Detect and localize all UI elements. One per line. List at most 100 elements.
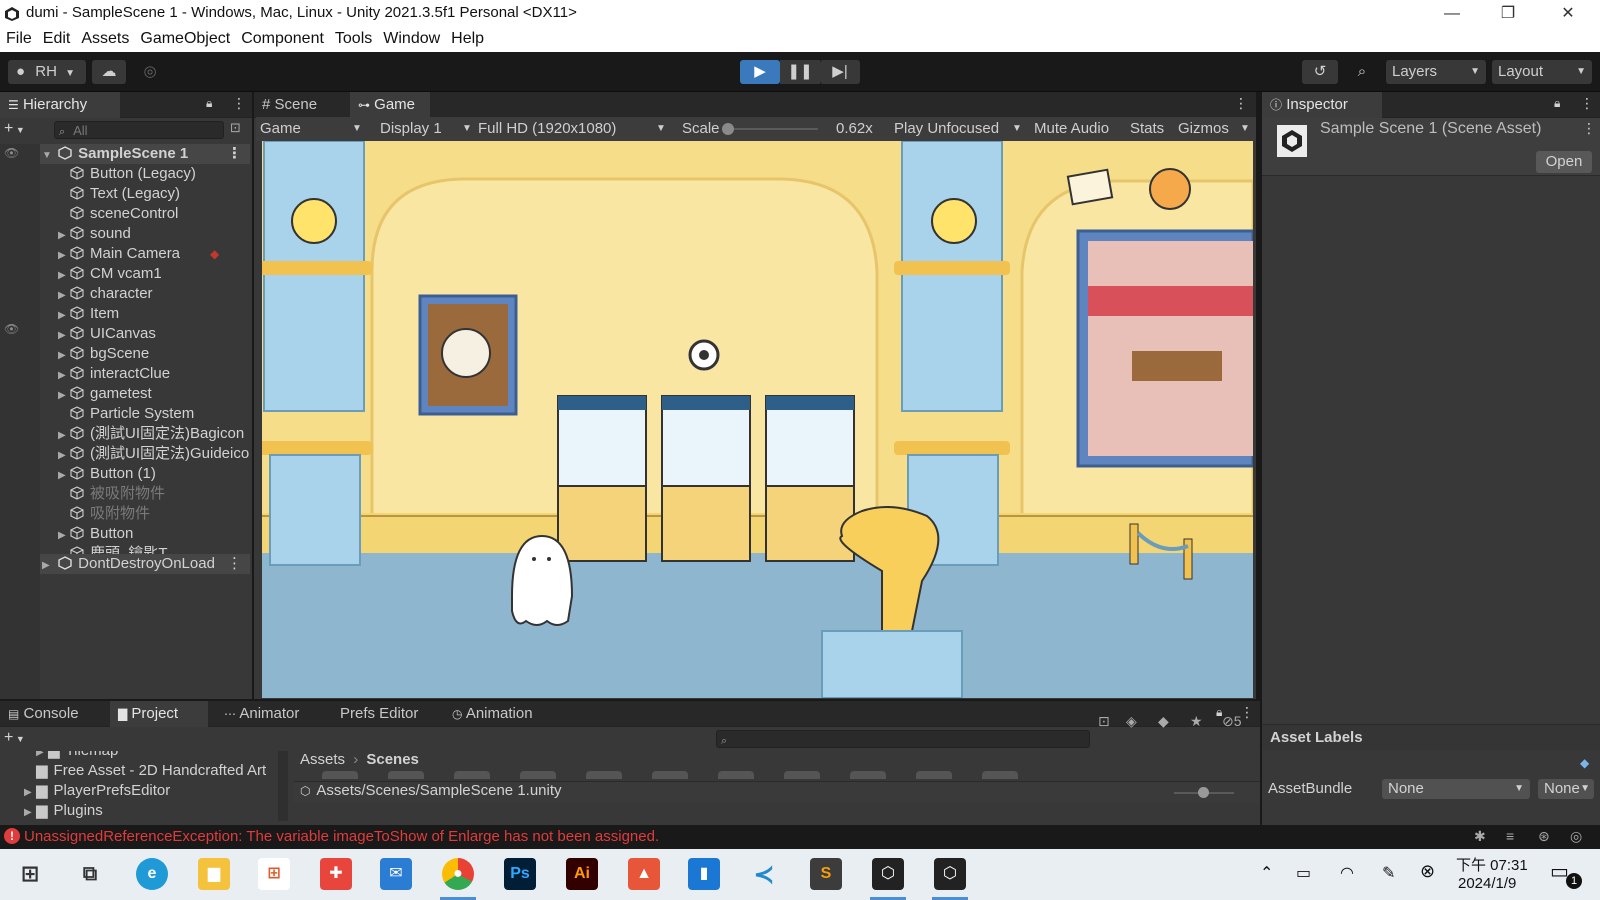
asset-thumb[interactable]: [520, 771, 556, 779]
task-view-icon[interactable]: ⧉: [74, 858, 106, 890]
add-object-button[interactable]: + ▼: [4, 120, 40, 140]
mute-audio-toggle[interactable]: Mute Audio: [1034, 117, 1109, 141]
expand-arrow-icon[interactable]: ▶: [58, 246, 70, 264]
asset-thumb[interactable]: [586, 771, 622, 779]
history-button[interactable]: ↺: [1302, 60, 1338, 84]
asset-thumb[interactable]: [784, 771, 820, 779]
hidden-packages-toggle[interactable]: ⊘5: [1222, 713, 1242, 730]
expand-arrow-icon[interactable]: ▶: [58, 286, 70, 304]
more-icon[interactable]: ⋮: [232, 95, 246, 112]
cloud-button[interactable]: ☁: [92, 60, 126, 84]
hierarchy-item[interactable]: ▶ (測試UI固定法)Bagicon: [58, 424, 250, 444]
file-explorer-icon[interactable]: ▆: [198, 858, 230, 890]
lock-icon[interactable]: 🔒︎: [1554, 96, 1560, 111]
eye-icon[interactable]: 👁︎: [4, 146, 19, 160]
cache-icon[interactable]: ≡: [1506, 828, 1514, 844]
menu-file[interactable]: File: [0, 28, 32, 48]
expand-arrow-icon[interactable]: ▶: [58, 426, 70, 444]
menu-window[interactable]: Window: [377, 28, 440, 48]
hierarchy-item[interactable]: ▶ Button: [58, 524, 250, 544]
step-button[interactable]: ▶|: [820, 60, 860, 84]
hierarchy-item[interactable]: ▶ sound: [58, 224, 250, 244]
more-icon[interactable]: ⋮: [227, 144, 242, 164]
asset-thumb[interactable]: [916, 771, 952, 779]
pen-icon[interactable]: ✎: [1382, 863, 1395, 883]
ps-icon[interactable]: Ps: [504, 858, 536, 890]
tag-icon[interactable]: ◆: [1580, 756, 1589, 770]
tab-console[interactable]: ▤ Console: [0, 701, 104, 727]
red-app-icon[interactable]: ▲: [628, 858, 660, 890]
hierarchy-item[interactable]: 吸附物件: [58, 504, 250, 524]
more-icon[interactable]: ⋮: [1582, 120, 1596, 137]
hierarchy-item[interactable]: ▶ gametest: [58, 384, 250, 404]
vscode-icon[interactable]: ≺: [748, 858, 780, 890]
tab-game[interactable]: ⊶ Game: [350, 92, 430, 118]
clock-time[interactable]: 下午 07:31: [1456, 854, 1528, 875]
auto-gen-lighting-icon[interactable]: ⊛: [1538, 828, 1550, 845]
hierarchy-item[interactable]: sceneControl: [58, 204, 250, 224]
more-icon[interactable]: ⋮: [1580, 95, 1594, 112]
project-folder-item[interactable]: ▶▆ Tilemap: [36, 751, 286, 761]
menu-help[interactable]: Help: [445, 28, 484, 48]
asset-thumb[interactable]: [718, 771, 754, 779]
label-filter-icon[interactable]: ◆: [1158, 713, 1169, 730]
progress-icon[interactable]: ◎: [1570, 828, 1582, 845]
project-folder-item[interactable]: ▆ Free Asset - 2D Handcrafted Art: [24, 761, 274, 781]
hierarchy-item[interactable]: ▶ interactClue: [58, 364, 250, 384]
layers-dropdown[interactable]: Layers ▼: [1386, 60, 1486, 84]
minimize-button[interactable]: —: [1424, 0, 1480, 28]
gift-icon[interactable]: ✚: [320, 858, 352, 890]
expand-arrow-icon[interactable]: ▶: [36, 751, 48, 761]
ai-icon[interactable]: Ai: [566, 858, 598, 890]
expand-arrow-icon[interactable]: ▶: [58, 226, 70, 244]
scale-slider-handle[interactable]: [722, 123, 734, 135]
hierarchy-item[interactable]: 被吸附物件: [58, 484, 250, 504]
clock-date[interactable]: 2024/1/9: [1458, 875, 1516, 892]
more-icon[interactable]: ⋮: [1234, 95, 1248, 112]
folder-scrollbar[interactable]: [278, 751, 288, 821]
expand-arrow-icon[interactable]: ▶: [58, 526, 70, 544]
dontdestroy-row[interactable]: ▶ DontDestroyOnLoad ⋮: [40, 554, 250, 574]
expand-arrow-icon[interactable]: ▶: [58, 386, 70, 404]
console-error-message[interactable]: UnassignedReferenceException: The variab…: [24, 828, 659, 845]
asset-thumb[interactable]: [652, 771, 688, 779]
expand-arrow-icon[interactable]: ▶: [42, 556, 54, 574]
collab-button[interactable]: ◎: [134, 60, 166, 84]
hierarchy-item[interactable]: ▶ UICanvas: [58, 324, 250, 344]
hierarchy-item[interactable]: ▶ Main Camera: [58, 244, 250, 264]
asset-thumb[interactable]: [454, 771, 490, 779]
project-folder-item[interactable]: ▶ ▆ PlayerPrefsEditor: [24, 781, 274, 801]
game-render[interactable]: [262, 141, 1253, 698]
blue-app-icon[interactable]: ▮: [688, 858, 720, 890]
expand-arrow-icon[interactable]: ▶: [58, 466, 70, 484]
scene-visibility-icon[interactable]: ⊡: [230, 120, 241, 136]
breadcrumb-assets[interactable]: Assets: [300, 751, 345, 768]
expand-arrow-icon[interactable]: ▶: [58, 306, 70, 324]
open-button[interactable]: Open: [1536, 151, 1592, 173]
sublime-icon[interactable]: S: [810, 858, 842, 890]
project-search-input[interactable]: ⌕: [716, 730, 1090, 748]
more-icon[interactable]: ⋮: [227, 554, 242, 574]
tab-scene[interactable]: # Scene: [254, 92, 348, 118]
hierarchy-item[interactable]: ▶ (測試UI固定法)Guideicon: [58, 444, 250, 464]
eye-icon[interactable]: 👁︎: [4, 322, 19, 336]
unity-editor-icon[interactable]: ⬡: [934, 858, 966, 890]
menu-edit[interactable]: Edit: [37, 28, 71, 48]
menu-assets[interactable]: Assets: [75, 28, 129, 48]
expand-arrow-icon[interactable]: ▶: [24, 803, 36, 821]
breadcrumb-scenes[interactable]: Scenes: [366, 751, 419, 768]
project-folder-item[interactable]: ▶ ▆ Plugins: [24, 801, 274, 821]
search-button[interactable]: ⌕: [1346, 60, 1378, 84]
tab-inspector[interactable]: ⓘ Inspector: [1262, 92, 1382, 118]
menu-component[interactable]: Component: [235, 28, 324, 48]
favorite-icon[interactable]: ★: [1190, 713, 1203, 730]
chevron-up-icon[interactable]: ⌃: [1260, 863, 1273, 883]
battery-icon[interactable]: ▭: [1296, 863, 1311, 883]
expand-arrow-icon[interactable]: ▶: [58, 266, 70, 284]
windows-start-icon[interactable]: ⊞: [14, 858, 46, 890]
play-button[interactable]: ▶: [740, 60, 780, 84]
edge-icon[interactable]: e: [136, 858, 168, 890]
assetbundle-dropdown[interactable]: None ▼: [1382, 779, 1530, 799]
hierarchy-item[interactable]: ▶ CM vcam1: [58, 264, 250, 284]
layout-dropdown[interactable]: Layout ▼: [1492, 60, 1592, 84]
